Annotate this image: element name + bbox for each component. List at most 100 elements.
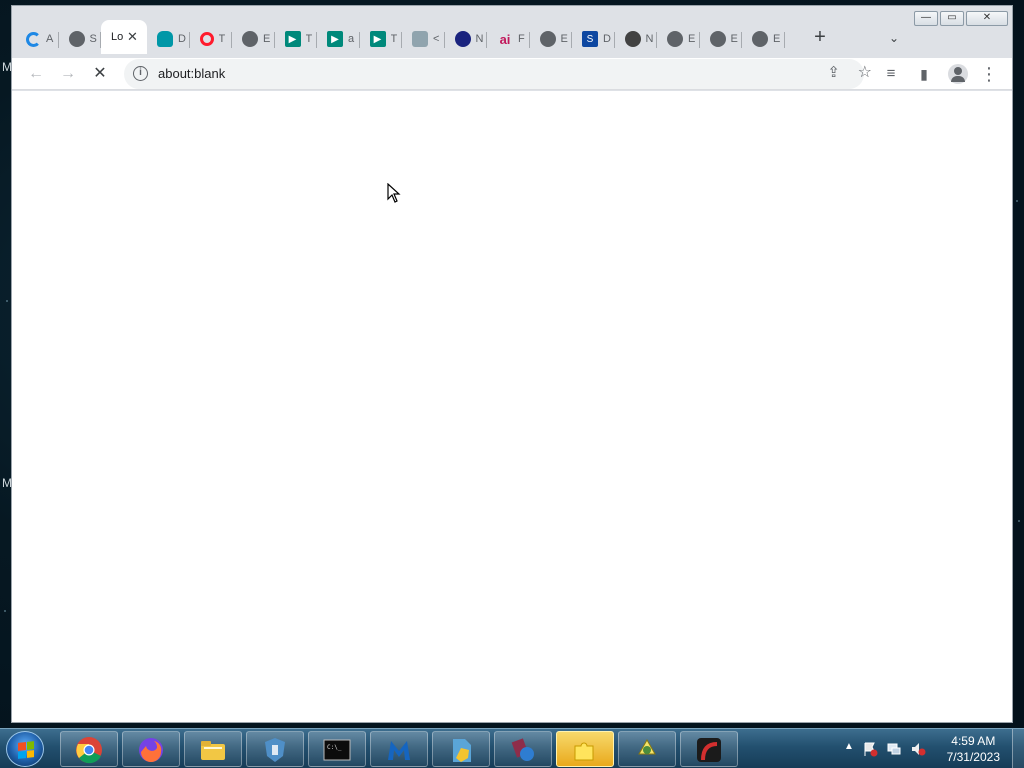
tab[interactable]: S <box>59 24 102 54</box>
address-bar[interactable]: i about:blank ⇪ ☆ <box>124 59 872 89</box>
clock-time: 4:59 AM <box>951 734 996 748</box>
tab-title: T <box>305 33 313 45</box>
malwarebytes-icon <box>388 741 410 760</box>
play-icon: ▶ <box>284 31 301 47</box>
tab[interactable]: E <box>700 24 743 54</box>
globe-icon <box>68 31 85 47</box>
system-clock[interactable]: 4:59 AM 7/31/2023 <box>947 733 1000 765</box>
square-logo-icon: S <box>582 31 598 47</box>
tab-close-icon[interactable]: ✕ <box>127 29 138 45</box>
minimize-button[interactable]: — <box>914 11 938 26</box>
bird-icon <box>412 31 428 47</box>
taskbar-app-red-app[interactable] <box>680 731 738 767</box>
maximize-button[interactable]: ▭ <box>940 11 964 26</box>
tab-title: N <box>475 33 484 45</box>
taskbar-app-recycle-tool[interactable] <box>618 731 676 767</box>
mouse-cursor-icon <box>387 183 401 203</box>
play-icon: ▶ <box>327 31 343 47</box>
show-hidden-icons-button[interactable]: ▲ <box>844 741 854 752</box>
tab-title: D <box>178 33 186 45</box>
stop-loading-button[interactable]: ✕ <box>88 62 112 86</box>
tab[interactable]: A <box>16 24 59 54</box>
tab[interactable]: T <box>190 24 233 54</box>
security-shield-icon <box>453 739 471 762</box>
page-content[interactable] <box>12 91 1012 722</box>
tab[interactable]: < <box>402 24 445 54</box>
taskbar-app-file-explorer[interactable] <box>184 731 242 767</box>
title-bar[interactable]: A S Lo ✕ D T E ▶ T ▶ a ▶ T < N ai F E S … <box>12 6 1012 58</box>
opera-icon <box>199 32 214 46</box>
tab[interactable]: ▶ T <box>360 24 403 54</box>
play-icon: ▶ <box>369 31 386 47</box>
reading-list-icon[interactable]: ≡ <box>879 62 903 86</box>
taskbar-app-malwarebytes[interactable] <box>370 731 428 767</box>
tab[interactable]: N <box>445 24 488 54</box>
cloud-icon <box>157 31 173 47</box>
tab[interactable]: E <box>530 24 573 54</box>
info-icon[interactable]: i <box>133 66 148 81</box>
tab[interactable]: E <box>232 24 275 54</box>
volume-muted-icon[interactable] <box>910 741 926 757</box>
taskbar-app-puzzle[interactable] <box>556 731 614 767</box>
tab[interactable]: N <box>615 24 658 54</box>
back-button[interactable]: ← <box>24 62 48 86</box>
globe-icon <box>667 31 683 47</box>
chrome-icon <box>76 737 102 764</box>
action-center-flag-icon[interactable] <box>862 741 878 757</box>
taskbar: C:\_ ▲ 4:59 AM 7/31/2023 <box>0 728 1024 768</box>
taskbar-app-chrome[interactable] <box>60 731 118 767</box>
tab-title: D <box>603 33 611 45</box>
tab[interactable]: E <box>657 24 700 54</box>
taskbar-app-security-shield[interactable] <box>432 731 490 767</box>
share-icon[interactable]: ⇪ <box>827 63 840 81</box>
tab[interactable]: E <box>742 24 785 54</box>
new-tab-button[interactable]: + <box>808 26 832 50</box>
firefox-icon <box>139 738 163 762</box>
show-desktop-button[interactable] <box>1012 729 1024 768</box>
tab-title: E <box>730 33 738 45</box>
tab[interactable]: D <box>147 24 190 54</box>
chrome-icon <box>624 31 641 47</box>
clock-date: 7/31/2023 <box>946 750 1000 764</box>
tab-title: F <box>518 33 525 45</box>
tab-search-button[interactable]: ⌄ <box>884 28 904 48</box>
browser-window: A S Lo ✕ D T E ▶ T ▶ a ▶ T < N ai F E S … <box>11 5 1013 723</box>
taskbar-app-network-tool[interactable] <box>494 731 552 767</box>
shield-tool-icon <box>265 738 285 762</box>
terminal-icon: C:\_ <box>323 739 351 761</box>
tab-title: S <box>89 33 97 45</box>
recycle-tool-icon <box>638 738 656 755</box>
tab[interactable]: ai F <box>487 24 530 54</box>
taskbar-app-firefox[interactable] <box>122 731 180 767</box>
system-tray: ▲ 4:59 AM 7/31/2023 <box>834 729 1024 768</box>
tab-title: N <box>645 33 654 45</box>
side-panel-icon[interactable]: ▮ <box>912 62 936 86</box>
tab-title: E <box>773 33 781 45</box>
tab[interactable]: ▶ a <box>317 24 360 54</box>
taskbar-app-terminal[interactable]: C:\_ <box>308 731 366 767</box>
globe-icon <box>242 31 258 47</box>
globe-icon <box>752 31 768 47</box>
tab-active[interactable]: Lo ✕ <box>101 20 147 54</box>
tab-strip: A S Lo ✕ D T E ▶ T ▶ a ▶ T < N ai F E S … <box>16 20 785 54</box>
loading-spinner-icon <box>26 31 41 47</box>
menu-icon[interactable]: ⋮ <box>977 62 1001 86</box>
browser-toolbar: ← → ✕ i about:blank ⇪ ☆ ≡ ▮ ⋮ <box>12 58 1012 90</box>
forward-button[interactable]: → <box>56 62 80 86</box>
file-explorer-icon <box>201 741 225 760</box>
globe-icon <box>454 31 471 47</box>
bookmark-star-icon[interactable]: ☆ <box>858 62 872 82</box>
url-text[interactable]: about:blank <box>158 66 225 81</box>
network-tool-icon <box>511 738 534 761</box>
tab-title: Lo <box>111 31 123 43</box>
window-controls: — ▭ ✕ <box>914 11 1008 26</box>
tab[interactable]: ▶ T <box>275 24 318 54</box>
tab[interactable]: S D <box>572 24 615 54</box>
taskbar-app-shield-tool[interactable] <box>246 731 304 767</box>
start-button[interactable] <box>6 731 44 767</box>
tab-title: T <box>218 33 226 45</box>
close-window-button[interactable]: ✕ <box>966 11 1008 26</box>
globe-icon <box>709 31 726 47</box>
profile-avatar-icon[interactable] <box>948 64 968 84</box>
network-icon[interactable] <box>886 741 902 757</box>
